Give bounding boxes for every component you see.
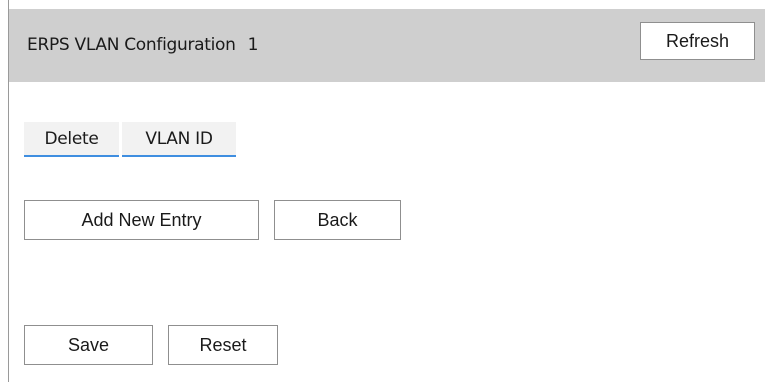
column-header-delete: Delete: [24, 122, 119, 157]
erps-vlan-config-page: ERPS VLAN Configuration 1 Refresh Delete …: [0, 0, 765, 382]
reset-button[interactable]: Reset: [168, 325, 278, 365]
ring-id: 1: [247, 35, 259, 55]
vlan-table-header: Delete VLAN ID: [24, 122, 236, 157]
page-title-text: ERPS VLAN Configuration: [27, 35, 236, 55]
back-button[interactable]: Back: [274, 200, 401, 240]
page-title: ERPS VLAN Configuration 1: [27, 35, 258, 55]
save-button[interactable]: Save: [24, 325, 153, 365]
refresh-button[interactable]: Refresh: [640, 22, 755, 60]
column-header-vlan-id: VLAN ID: [122, 122, 236, 157]
add-new-entry-button[interactable]: Add New Entry: [24, 200, 259, 240]
